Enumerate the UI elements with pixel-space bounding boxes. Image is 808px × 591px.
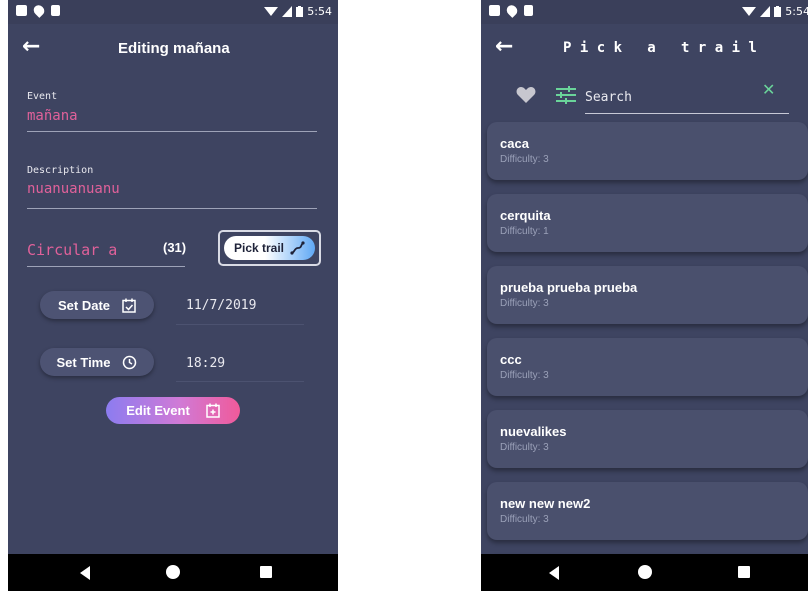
trail-name: nuevalikes [500, 424, 567, 439]
trail-difficulty: Difficulty: 3 [500, 514, 549, 525]
trail-card[interactable]: cerquita Difficulty: 1 [487, 194, 808, 252]
trail-name: prueba prueba prueba [500, 280, 638, 295]
trail-card[interactable]: prueba prueba prueba Difficulty: 3 [487, 266, 808, 324]
trail-underline [27, 266, 185, 267]
status-time: 5:54 [307, 5, 332, 18]
nav-home-icon[interactable] [166, 565, 180, 579]
edit-event-button[interactable]: Edit Event [106, 397, 240, 424]
trail-name: caca [500, 136, 529, 151]
event-field[interactable]: mañana [27, 108, 78, 124]
calendar-plus-icon [206, 403, 220, 418]
nav-bar [8, 554, 338, 591]
trail-difficulty: Difficulty: 3 [500, 154, 549, 165]
trail-field[interactable]: Circular a [27, 241, 117, 259]
trail-card[interactable]: caca Difficulty: 3 [487, 122, 808, 180]
nav-back-icon[interactable] [80, 566, 90, 580]
heart-icon[interactable] [516, 86, 536, 104]
back-arrow-icon[interactable]: ← [495, 34, 513, 59]
wifi-icon [264, 7, 279, 16]
trail-difficulty: Difficulty: 1 [500, 226, 549, 237]
status-time: 5:54 [785, 5, 808, 18]
edit-event-screen: 5:54 ← Editing mañana Event mañana Descr… [8, 0, 338, 591]
wifi-icon [742, 7, 757, 16]
calendar-check-icon [122, 298, 136, 313]
pick-trail-frame: Pick trail [218, 230, 321, 266]
date-value: 11/7/2019 [186, 298, 257, 313]
location-pin-icon [31, 3, 47, 18]
set-time-label: Set Time [56, 354, 111, 370]
pick-trail-label: Pick trail [233, 241, 285, 255]
hike-icon [290, 241, 305, 255]
description-label: Description [27, 165, 94, 176]
set-date-button[interactable]: Set Date [40, 291, 154, 319]
trail-count: (31) [163, 240, 187, 255]
trail-card[interactable]: ccc Difficulty: 3 [487, 338, 808, 396]
trail-name: new new new2 [500, 496, 591, 511]
sd-card-icon [51, 5, 60, 16]
trail-name: cerquita [500, 208, 551, 223]
description-field[interactable]: nuanuanuanu [27, 181, 120, 197]
status-bar: 5:54 [481, 0, 808, 24]
gmail-icon [489, 5, 500, 16]
filter-icon[interactable] [555, 86, 577, 104]
trail-name: ccc [500, 352, 522, 367]
app-bar: ← Editing mañana [8, 24, 338, 72]
edit-event-label: Edit Event [126, 403, 190, 418]
nav-bar [481, 554, 808, 591]
event-underline [27, 131, 317, 132]
search-underline [585, 113, 789, 114]
signal-icon [282, 6, 293, 17]
trail-difficulty: Difficulty: 3 [500, 442, 549, 453]
app-bar: ← P i c k a t r a i l [481, 24, 808, 72]
signal-icon [760, 6, 771, 17]
battery-icon [296, 6, 304, 17]
trail-difficulty: Difficulty: 3 [500, 370, 549, 381]
pick-trail-screen: 5:54 ← P i c k a t r a i l Search ✕ caca… [481, 0, 808, 591]
trail-card[interactable]: nuevalikes Difficulty: 3 [487, 410, 808, 468]
nav-home-icon[interactable] [638, 565, 652, 579]
nav-back-icon[interactable] [549, 566, 559, 580]
set-time-button[interactable]: Set Time [40, 348, 154, 376]
status-bar: 5:54 [8, 0, 338, 24]
page-title: P i c k a t r a i l [563, 40, 757, 56]
search-input[interactable]: Search [585, 84, 789, 114]
nav-recent-icon[interactable] [738, 566, 750, 578]
back-arrow-icon[interactable]: ← [22, 34, 40, 59]
page-title: Editing mañana [118, 40, 230, 57]
pick-trail-button[interactable]: Pick trail [224, 236, 315, 260]
trail-difficulty: Difficulty: 3 [500, 298, 549, 309]
date-underline [176, 324, 304, 325]
close-icon[interactable]: ✕ [762, 80, 775, 99]
gmail-icon [16, 5, 27, 16]
description-underline [27, 208, 317, 209]
sd-card-icon [524, 5, 533, 16]
nav-recent-icon[interactable] [260, 566, 272, 578]
search-placeholder: Search [585, 90, 632, 105]
set-date-label: Set Date [57, 297, 111, 313]
battery-icon [774, 6, 782, 17]
trail-card[interactable]: new new new2 Difficulty: 3 [487, 482, 808, 540]
clock-icon [123, 355, 137, 369]
time-value: 18:29 [186, 356, 226, 371]
time-underline [176, 381, 304, 382]
event-label: Event [27, 91, 58, 102]
location-pin-icon [504, 3, 520, 18]
